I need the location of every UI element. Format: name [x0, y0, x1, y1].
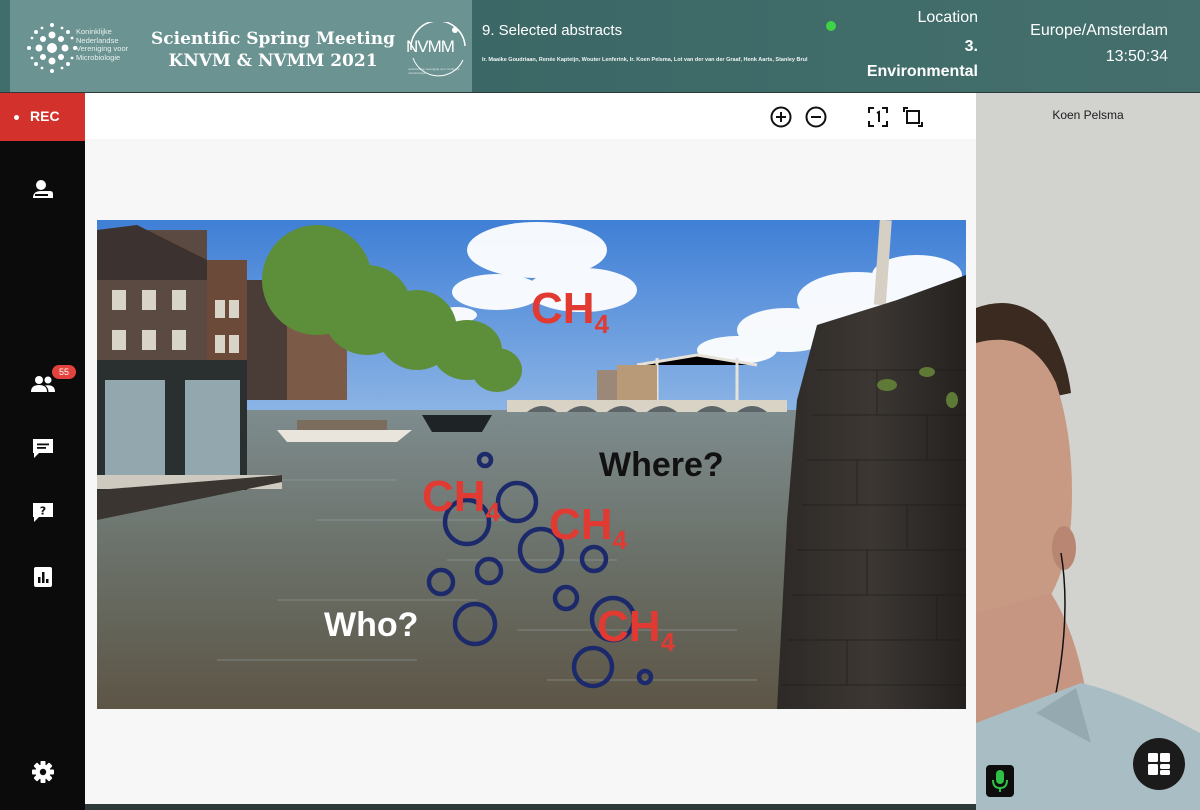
location-value: 3. Environmental: [850, 34, 978, 84]
ch4-label-sky: CH4: [531, 284, 609, 340]
timezone-label: Europe/Amsterdam: [1030, 22, 1168, 39]
event-title-line2: KNVM & NVMM 2021: [168, 51, 378, 71]
record-button[interactable]: REC: [0, 93, 85, 141]
ch4-text: CH: [422, 472, 486, 521]
grid-layout-icon: [1148, 753, 1170, 775]
zoom-out-icon[interactable]: [804, 105, 828, 129]
microphone-icon: [992, 770, 1008, 792]
svg-text:?: ?: [40, 505, 46, 518]
slide-toolbar: [85, 93, 976, 139]
location-value-line1: 3.: [964, 38, 978, 55]
fit-actual-size-icon[interactable]: [866, 105, 890, 129]
session-title: 9. Selected abstracts: [482, 22, 623, 39]
session-authors: Ir. Maaike Goudriaan, Renée Kapteijn, Wo…: [482, 57, 808, 63]
knvm-logo-icon: [27, 23, 77, 73]
event-title-line1: Scientific Spring Meeting: [151, 29, 395, 49]
poll-icon[interactable]: [30, 564, 56, 590]
ch4-label-water-left: CH4: [422, 472, 500, 528]
layout-switch-button[interactable]: [1133, 738, 1185, 790]
chat-icon[interactable]: [30, 435, 56, 461]
location-value-line2: Environmental: [866, 63, 978, 80]
ch4-subscript: 4: [594, 309, 610, 339]
question-icon[interactable]: ?: [30, 499, 56, 525]
presenter-icon[interactable]: [30, 177, 56, 203]
nvmm-logo-subtitle: nederlandse vereniging voor medische mic…: [408, 67, 460, 75]
presentation-area: CH4 CH4 CH4 CH4 Where? Who?: [85, 93, 976, 804]
ch4-subscript: 4: [485, 497, 501, 527]
fit-window-icon[interactable]: [901, 105, 925, 129]
ch4-text: CH: [531, 284, 595, 333]
event-header: Koninklijke Nederlandse Vereniging voor …: [0, 0, 1200, 92]
participants-count-badge: 55: [52, 365, 76, 379]
sidebar: REC 55 ?: [0, 93, 85, 810]
settings-icon[interactable]: [30, 759, 56, 785]
presentation-slide: CH4 CH4 CH4 CH4 Where? Who?: [97, 220, 966, 709]
speaker-feed: [976, 93, 1200, 810]
ch4-text: CH: [597, 602, 661, 651]
record-label: REC: [30, 108, 60, 124]
ch4-text: CH: [549, 500, 613, 549]
zoom-in-icon[interactable]: [769, 105, 793, 129]
event-banner: Koninklijke Nederlandse Vereniging voor …: [10, 0, 472, 92]
location-label: Location: [917, 9, 979, 26]
ch4-subscript: 4: [660, 627, 676, 657]
where-question: Where?: [599, 446, 724, 484]
event-title: Scientific Spring Meeting KNVM & NVMM 20…: [146, 28, 400, 72]
ch4-label-water-mid: CH4: [549, 500, 627, 556]
live-status-indicator: [826, 21, 836, 31]
speaker-video: Koen Pelsma: [976, 93, 1200, 810]
who-question: Who?: [324, 606, 419, 644]
ch4-subscript: 4: [612, 525, 628, 555]
nvmm-logo-text: NVMM: [406, 37, 455, 56]
microphone-button[interactable]: [986, 765, 1014, 797]
speaker-name: Koen Pelsma: [1052, 108, 1124, 122]
current-time: 13:50:34: [1105, 48, 1168, 65]
ch4-label-water-right: CH4: [597, 602, 675, 658]
record-dot-icon: [14, 115, 19, 120]
society-name: Koninklijke Nederlandse Vereniging voor …: [76, 27, 129, 62]
